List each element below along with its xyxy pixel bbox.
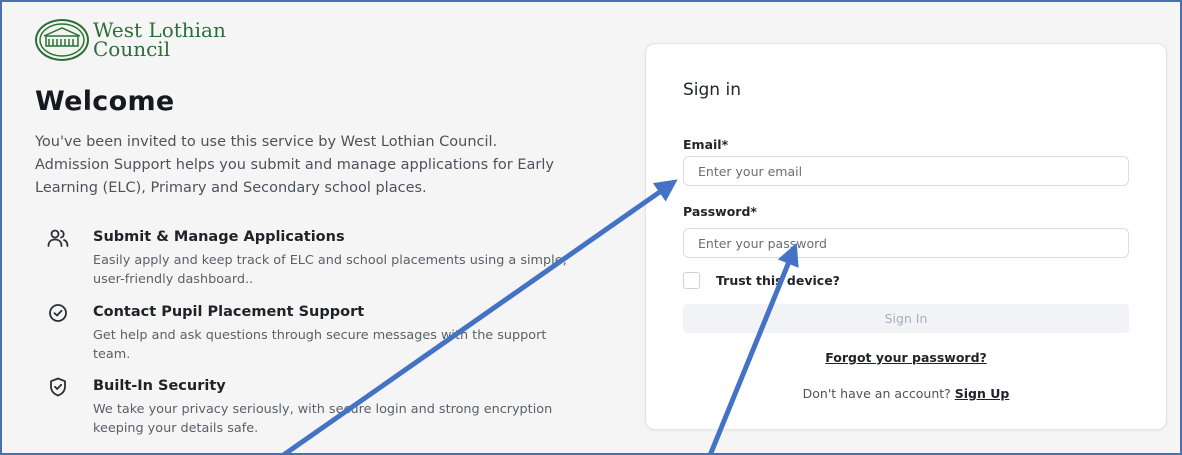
feature-description: We take your privacy seriously, with sec…	[93, 402, 553, 436]
sign-in-card: Sign in Email* Password* Trust this devi…	[645, 43, 1167, 430]
shield-check-icon	[47, 376, 69, 398]
feature-title: Contact Pupil Placement Support	[93, 304, 365, 320]
sign-up-link[interactable]: Sign Up	[955, 386, 1010, 401]
password-label: Password*	[683, 204, 757, 219]
feature-submit-manage: Submit & Manage Applications Easily appl…	[35, 227, 595, 289]
sign-in-heading: Sign in	[683, 80, 741, 100]
welcome-panel: West Lothian Council Welcome You've been…	[35, 16, 595, 438]
sign-in-button[interactable]: Sign In	[683, 304, 1129, 333]
trust-device-row: Trust this device?	[683, 272, 840, 289]
check-circle-icon	[47, 302, 69, 324]
users-icon	[47, 227, 69, 249]
feature-title: Built-In Security	[93, 378, 226, 394]
council-wordmark: West Lothian Council	[93, 20, 226, 61]
feature-contact-support: Contact Pupil Placement Support Get help…	[35, 302, 595, 364]
forgot-password-link[interactable]: Forgot your password?	[646, 350, 1166, 365]
email-field[interactable]	[683, 156, 1129, 186]
trust-device-checkbox[interactable]	[683, 272, 700, 289]
page-title: Welcome	[35, 86, 175, 117]
email-label: Email*	[683, 137, 729, 152]
sign-up-prompt: Don't have an account? Sign Up	[646, 386, 1166, 401]
sign-up-prompt-text: Don't have an account?	[802, 386, 951, 401]
brand-line-2: Council	[93, 37, 171, 61]
trust-device-label[interactable]: Trust this device?	[716, 273, 840, 288]
feature-description: Get help and ask questions through secur…	[93, 328, 547, 362]
feature-description: Easily apply and keep track of ELC and s…	[93, 253, 567, 287]
council-crest-icon	[35, 19, 89, 61]
feature-security: Built-In Security We take your privacy s…	[35, 376, 595, 438]
screenshot-frame: West Lothian Council Welcome You've been…	[0, 0, 1182, 455]
intro-text: You've been invited to use this service …	[35, 134, 554, 196]
feature-title: Submit & Manage Applications	[93, 229, 345, 245]
password-field[interactable]	[683, 228, 1129, 258]
council-logo: West Lothian Council	[35, 16, 595, 64]
